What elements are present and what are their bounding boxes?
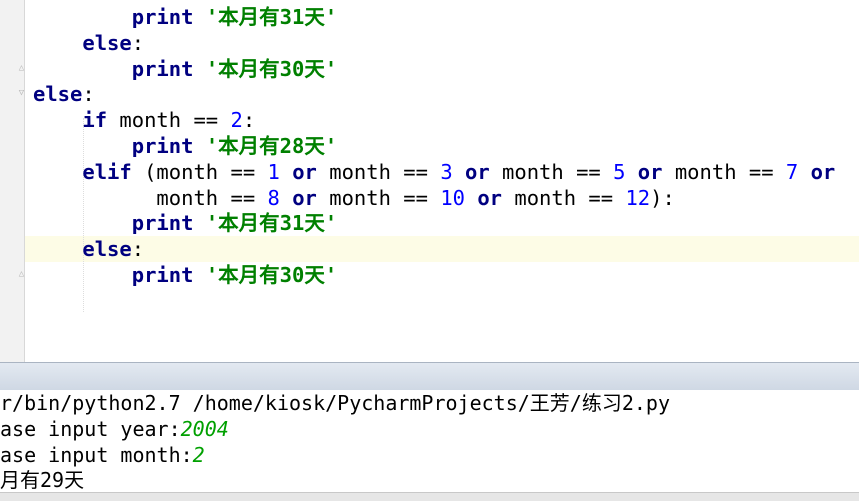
code-token: or: [292, 159, 317, 184]
code-token: 8: [267, 185, 280, 210]
code-token: print: [131, 56, 194, 81]
console-line: ase input year:2004: [0, 416, 229, 442]
code-line: else:: [33, 81, 95, 107]
code-line: print '本月有30天': [33, 56, 337, 82]
code-line: print '本月有30天': [33, 262, 337, 288]
code-token: print: [131, 263, 194, 287]
code-line: elif (month == 1 or month == 3 or month …: [33, 159, 835, 185]
panel-splitter[interactable]: [0, 362, 859, 391]
code-token: month ==: [316, 159, 441, 184]
code-token: 5: [613, 159, 626, 184]
code-token: :: [82, 82, 95, 107]
code-token: :: [131, 237, 145, 262]
run-console[interactable]: r/bin/python2.7 /home/kiosk/PycharmProje…: [0, 390, 859, 494]
console-line: ase input month:2: [0, 442, 205, 468]
code-token: print: [131, 134, 194, 158]
code-line: print '本月有31天': [33, 210, 337, 236]
code-token: '本月有31天': [205, 211, 338, 236]
code-token: elif: [82, 159, 132, 184]
console-token: r/bin/python2.7 /home/kiosk/PycharmProje…: [0, 391, 671, 415]
code-token: 10: [440, 185, 465, 210]
code-line: print '本月有28天': [33, 133, 337, 159]
console-line: 月有29天: [0, 467, 84, 493]
code-token: print: [131, 211, 194, 236]
code-token: '本月有28天': [205, 134, 338, 158]
code-token: month ==: [502, 185, 626, 210]
fold-end-icon[interactable]: △: [17, 63, 26, 73]
code-line: else:: [33, 30, 144, 56]
code-line: else:: [33, 236, 144, 262]
code-token: month ==: [107, 108, 231, 133]
console-token: 2: [192, 442, 205, 467]
console-token: 月有29天: [0, 468, 85, 493]
code-token: or: [465, 159, 490, 184]
fold-end-icon[interactable]: △: [17, 269, 26, 279]
code-token: 3: [440, 159, 453, 184]
code-token: month ==: [489, 159, 614, 184]
code-token: :: [242, 108, 256, 133]
code-token: 1: [267, 159, 280, 184]
code-token: or: [637, 159, 663, 184]
code-token: 2: [230, 108, 243, 133]
code-token: month ==: [662, 159, 786, 184]
code-line: month == 8 or month == 10 or month == 12…: [33, 185, 675, 211]
code-token: or: [810, 159, 836, 184]
code-line: if month == 2:: [33, 107, 255, 133]
code-token: else: [33, 82, 83, 107]
code-token: 7: [785, 159, 799, 184]
editor-gutter[interactable]: △ ▽ △: [0, 0, 25, 362]
code-token: if: [82, 108, 108, 133]
code-token: '本月有30天': [205, 263, 338, 287]
code-token: else: [82, 30, 132, 55]
code-token: month ==: [316, 185, 441, 210]
fold-start-icon[interactable]: ▽: [17, 88, 26, 98]
code-editor[interactable]: △ ▽ △ print '本月有31天' else: print '本月有30天…: [0, 0, 859, 362]
code-token: else: [82, 237, 132, 262]
code-token: month ==: [156, 185, 268, 210]
code-token: ):: [650, 185, 675, 210]
code-token: (month ==: [131, 159, 268, 184]
console-line: r/bin/python2.7 /home/kiosk/PycharmProje…: [0, 390, 670, 416]
code-token: '本月有30天': [205, 56, 338, 81]
console-token: ase input year:: [0, 416, 181, 441]
code-line: print '本月有31天': [33, 4, 337, 30]
code-token: or: [292, 185, 317, 210]
code-token: '本月有31天': [205, 5, 338, 29]
code-token: print: [131, 5, 194, 29]
code-token: 12: [625, 185, 651, 210]
console-token: 2004: [180, 416, 229, 441]
console-token: ase input month:: [0, 442, 193, 467]
code-token: or: [477, 185, 503, 210]
code-token: :: [131, 30, 145, 55]
